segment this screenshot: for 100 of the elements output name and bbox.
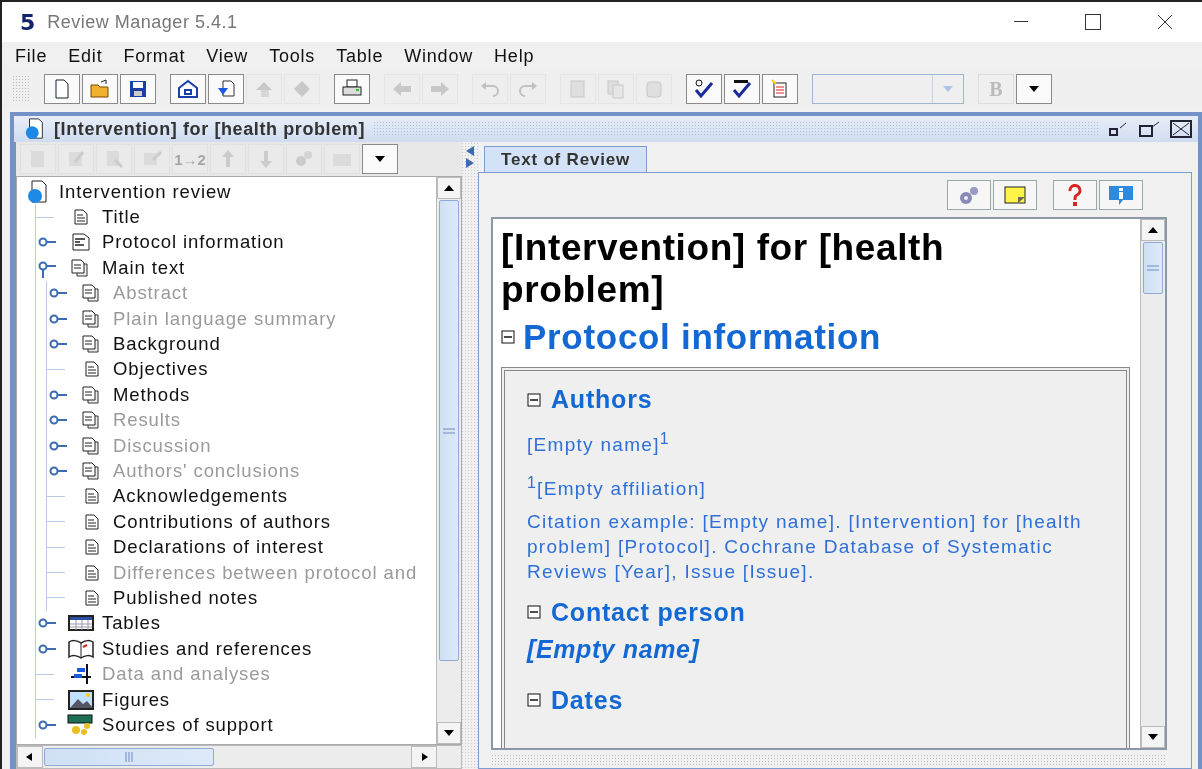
book-icon [68,638,94,659]
app-logo: 5 [20,9,36,35]
horizontal-scrollbar[interactable] [16,745,462,769]
pages-icon [82,335,102,354]
section-heading: Dates [551,685,624,715]
note-button[interactable] [993,180,1037,210]
menu-item[interactable]: View [205,43,250,69]
collapse-left-icon[interactable] [466,146,474,156]
support-icon [67,713,95,736]
menu-item[interactable]: Help [493,43,536,69]
scroll-up-icon [1147,226,1159,234]
pages-icon [82,309,102,328]
tree-item[interactable]: Acknowledgements [113,485,288,508]
caret-icon [1028,85,1040,93]
caret-icon [374,155,386,163]
tree-item[interactable]: Background [113,333,221,356]
pages-icon [82,284,102,303]
page-icon [85,539,99,556]
caret-icon [942,85,954,93]
pages-icon [82,436,102,455]
dropdown-button[interactable] [1016,74,1052,104]
pages-icon [82,462,102,480]
form-icon [72,233,90,252]
image-icon [68,689,94,710]
help-button[interactable] [1053,180,1097,210]
table-icon [68,615,94,632]
tree-item[interactable]: Methods [113,383,191,406]
grip-icon [1147,265,1159,271]
tree-item[interactable]: Published notes [113,586,259,609]
scroll-up-icon [443,184,455,192]
collapse-icon[interactable] [501,330,515,344]
settings-button[interactable] [947,180,991,210]
menu-item[interactable]: Tools [268,43,317,69]
info-button[interactable] [1099,180,1143,210]
tree-item[interactable]: Figures [102,688,170,711]
author-name: [Empty name]$^{1}$ [527,429,671,458]
pages-icon [82,411,102,430]
save-icon [127,78,149,100]
page-icon [85,564,99,581]
page-icon [85,361,99,378]
data-icon [69,663,93,686]
grip-icon [125,752,133,762]
collapse-icon[interactable] [527,392,541,407]
toolbar-button[interactable] [120,74,156,104]
grip-icon [443,427,455,434]
menu-item[interactable]: Edit [67,43,104,69]
tree-item[interactable]: Objectives [113,358,209,381]
toolbar-button[interactable] [170,74,206,104]
page-icon [85,488,99,505]
spell-check-icon [731,78,753,100]
import-icon [215,78,237,100]
open-folder-icon [89,78,111,100]
info-icon [1107,183,1135,207]
minimize-icon [1014,21,1028,23]
close-icon[interactable] [1170,120,1192,138]
citation-text: Citation example: [Empty name]. [Intervention] for [health problem] [Protocol]. Cochrane Database of Systematic Reviews [Year], Issue [Issue]. [527,509,1083,584]
tree-item[interactable]: Declarations of interest [113,536,324,559]
tree-item[interactable]: Tables [102,612,161,635]
copy-icon [605,78,627,100]
restore-icon[interactable] [1138,121,1162,137]
note-icon [1003,185,1027,205]
page-icon [74,209,88,226]
maximize-icon [1085,14,1101,30]
tree-item[interactable]: Contributions of authors [113,510,332,533]
vertical-scrollbar[interactable] [1140,219,1165,748]
pages-icon [82,385,102,404]
section-heading: Authors [551,385,653,414]
menu-item[interactable]: File [14,43,49,69]
tree-item[interactable]: Studies and references [102,637,313,660]
gears-icon [957,184,981,206]
validate-icon [693,78,715,100]
toolbar-button[interactable] [724,74,760,104]
caret-icon [443,729,455,737]
menu-item[interactable]: Window [403,43,475,69]
window-title: Review Manager 5.4.1 [47,11,239,33]
vertical-scrollbar[interactable] [436,177,461,744]
tree-item[interactable]: Title [102,206,141,229]
menu-item[interactable]: Format [122,43,187,69]
review-icon [24,118,46,140]
collapse-icon[interactable] [527,605,541,620]
document-title: [Intervention] for [health problem] [54,118,365,140]
tree-item[interactable]: Sources of support [102,713,274,736]
caret-icon [1147,733,1159,741]
menu-item[interactable]: Table [335,43,385,69]
tree-item[interactable]: Main text [102,256,186,279]
review-title: [Intervention] for [health problem] [501,227,946,311]
tree-item[interactable]: Protocol information [102,231,285,254]
page-icon [85,589,99,606]
paste-icon [643,78,665,100]
section-heading: Protocol information [523,317,882,357]
review-icon [26,179,50,204]
toolbar-button[interactable] [686,74,722,104]
expand-right-icon[interactable] [466,158,474,168]
collapse-icon[interactable] [527,693,541,708]
tree-root[interactable]: Intervention review [59,180,232,203]
dropdown-button[interactable] [362,144,398,174]
pages-icon [71,258,91,277]
affiliation: $^{1}$[Empty affiliation] [527,472,708,501]
section-heading: Contact person [551,597,746,627]
tab[interactable]: Text of Review [484,146,647,172]
